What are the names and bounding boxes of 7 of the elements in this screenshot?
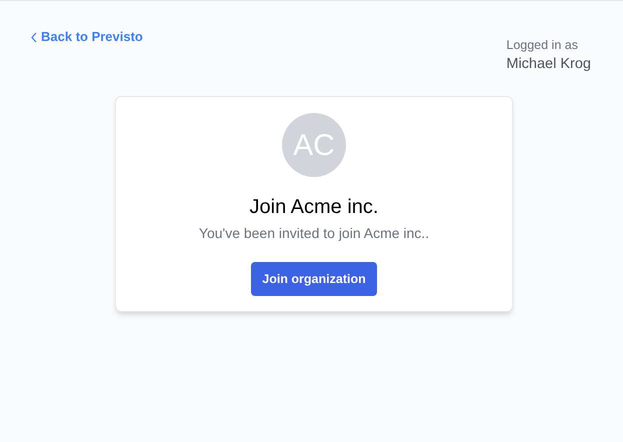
chevron-left-icon bbox=[31, 32, 37, 42]
logged-in-caption: Logged in as bbox=[506, 37, 579, 53]
card-title: Join Acme inc. bbox=[250, 195, 378, 220]
back-link[interactable]: Back to Previsto bbox=[31, 28, 143, 46]
join-organization-button[interactable]: Join organization bbox=[251, 262, 377, 296]
user-name: Michael Krog bbox=[506, 55, 591, 74]
invitation-message: You've been invited to join Acme inc.. bbox=[198, 224, 430, 243]
